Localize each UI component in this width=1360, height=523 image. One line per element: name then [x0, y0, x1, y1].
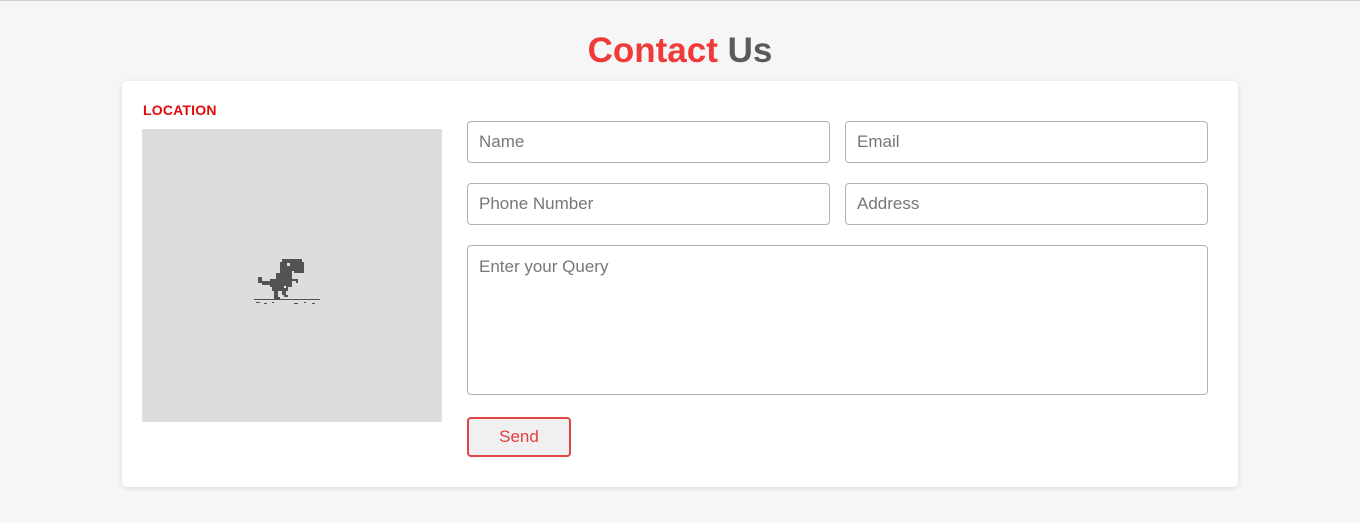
email-input[interactable] [845, 121, 1208, 163]
address-input[interactable] [845, 183, 1208, 225]
page-title-accent: Contact [587, 31, 718, 70]
query-textarea[interactable] [467, 245, 1208, 395]
map-embed[interactable] [142, 129, 442, 422]
name-input[interactable] [467, 121, 830, 163]
contact-card: LOCATION Name Email Phone Number Address… [122, 81, 1238, 487]
page-title: Contact Us [0, 30, 1360, 72]
dino-offline-icon [254, 259, 320, 304]
send-button[interactable]: Send [467, 417, 571, 457]
location-label: LOCATION [143, 102, 217, 118]
phone-number-input[interactable] [467, 183, 830, 225]
page-title-rest: Us [727, 31, 773, 70]
